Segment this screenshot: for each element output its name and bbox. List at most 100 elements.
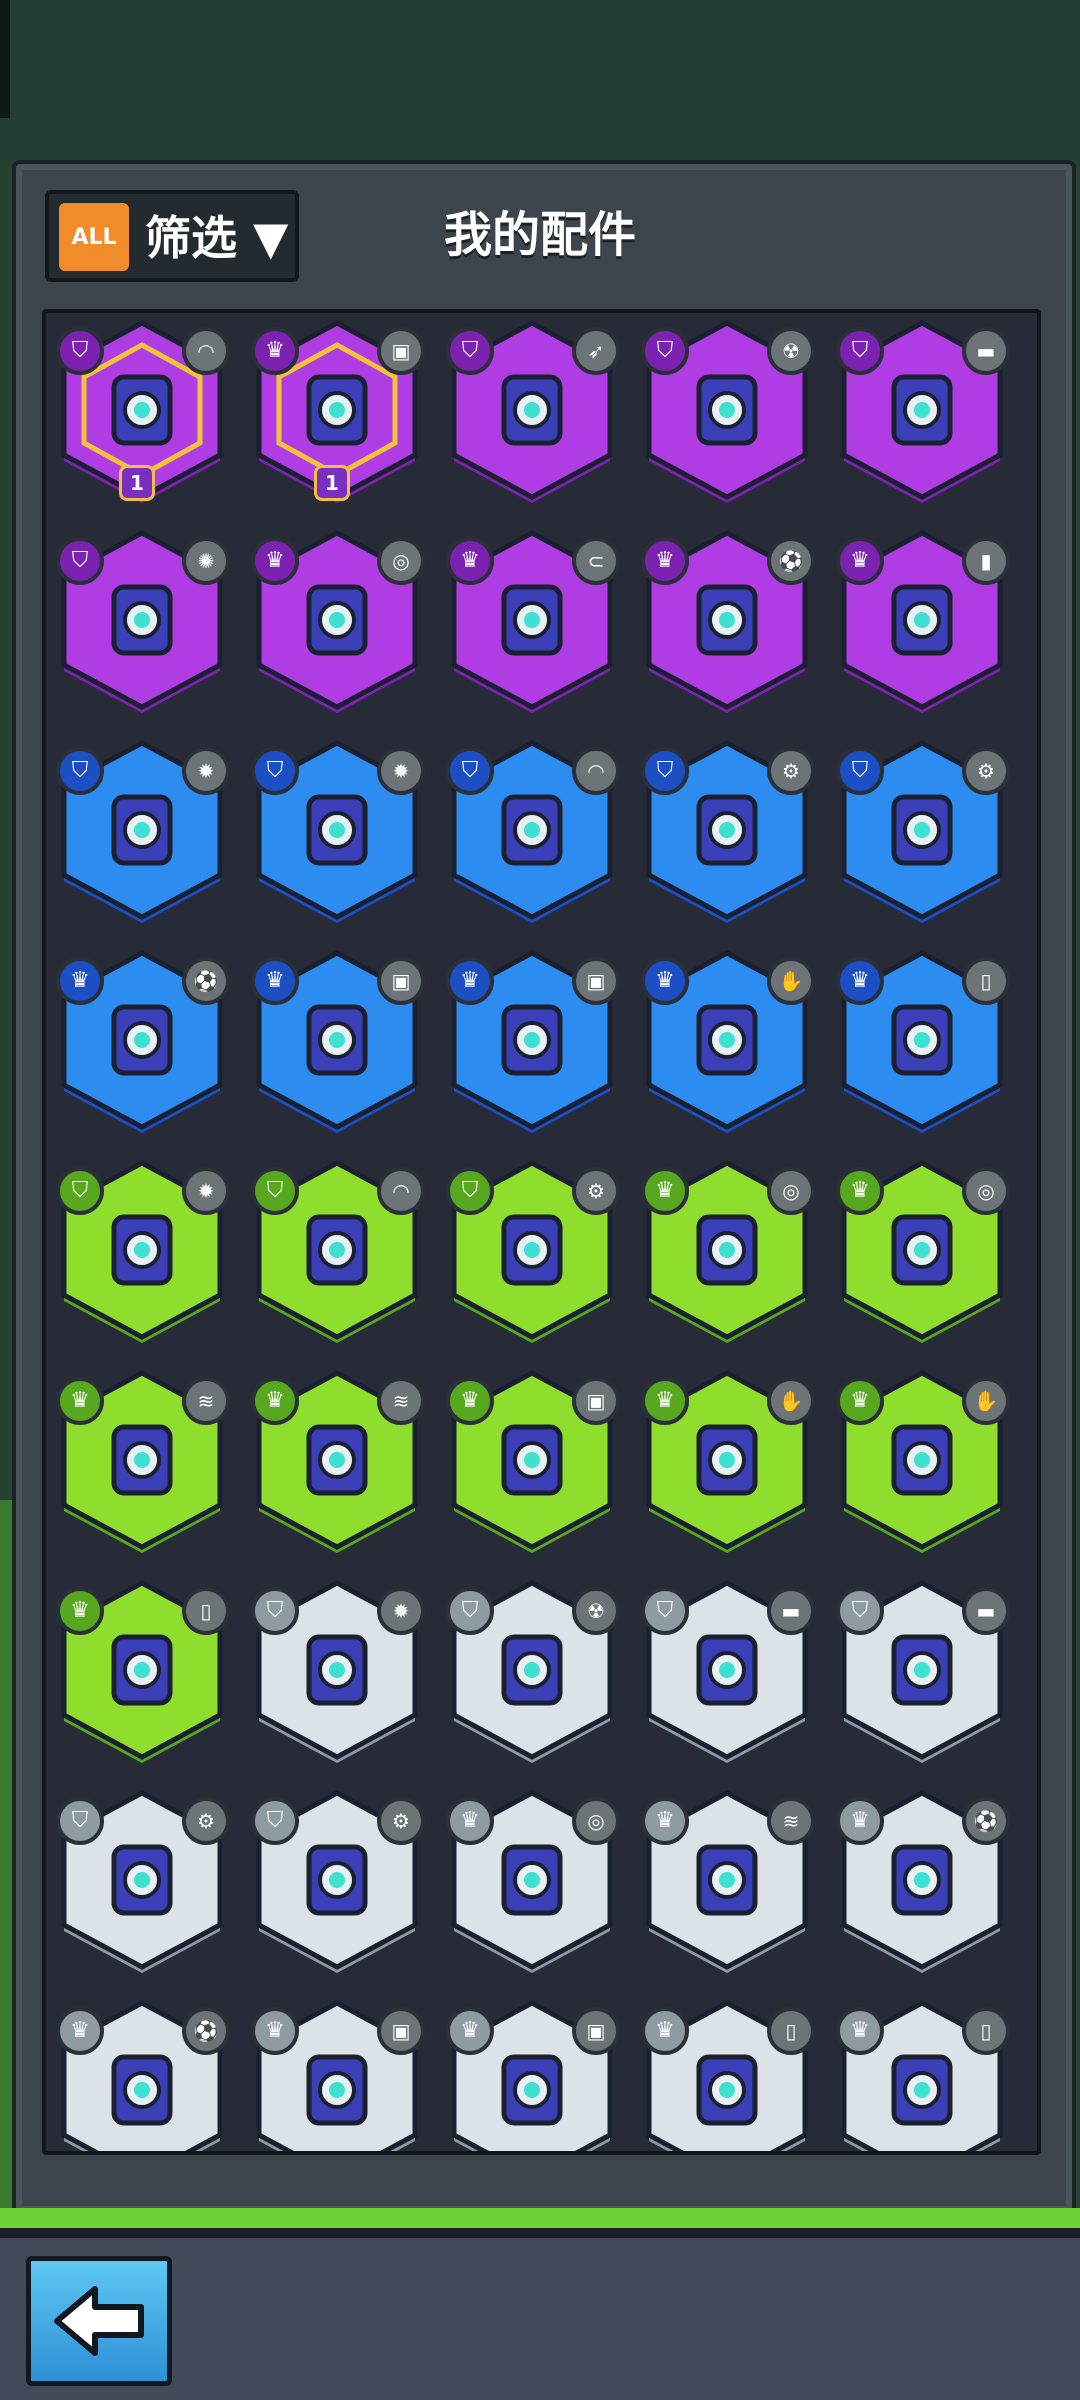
- part-card[interactable]: ⛉ ✹: [247, 1575, 427, 1765]
- crown-icon: ♛: [641, 1167, 689, 1215]
- gear-icon: ⚙: [572, 1167, 620, 1215]
- part-icon: [891, 1424, 953, 1496]
- crown-icon: ♛: [641, 537, 689, 585]
- part-icon: [891, 794, 953, 866]
- part-card[interactable]: ⛉ ✹: [52, 735, 232, 925]
- crown-icon: ♛: [836, 537, 884, 585]
- camera-icon: ▣: [572, 957, 620, 1005]
- shield-icon: ⛉: [251, 1797, 299, 1845]
- part-card[interactable]: ♛ ▣: [442, 945, 622, 1135]
- part-card[interactable]: ⛉ ▬: [637, 1575, 817, 1765]
- soccer-ball-icon: ⚽: [767, 537, 815, 585]
- part-card[interactable]: ♛ ▣: [247, 945, 427, 1135]
- filter-button[interactable]: ALL 筛选 ▼: [45, 190, 299, 282]
- part-card[interactable]: ♛ ≋: [247, 1365, 427, 1555]
- crown-icon: ♛: [56, 1587, 104, 1635]
- part-card[interactable]: ♛ ◎: [832, 1155, 1012, 1345]
- rocket-icon: ➶: [572, 327, 620, 375]
- shield-icon: ⛉: [641, 327, 689, 375]
- part-icon: [501, 1004, 563, 1076]
- back-button[interactable]: [26, 2256, 172, 2386]
- crown-icon: ♛: [836, 957, 884, 1005]
- magnet-icon: ⊂: [572, 537, 620, 585]
- part-card[interactable]: ♛ ◎: [247, 525, 427, 715]
- boomerang-icon: ◠: [572, 747, 620, 795]
- part-card[interactable]: ♛ ▮: [832, 525, 1012, 715]
- part-card[interactable]: ⛉ ⚙: [247, 1785, 427, 1975]
- virus-icon: ✺: [182, 537, 230, 585]
- part-card[interactable]: ⛉ ✹: [247, 735, 427, 925]
- gear-icon: ⚙: [962, 747, 1010, 795]
- part-card[interactable]: ⛉ ➶: [442, 315, 622, 505]
- part-card[interactable]: ♛ ▣: [442, 1365, 622, 1555]
- shield-icon: ⛉: [56, 327, 104, 375]
- level-badge: 1: [119, 465, 155, 501]
- part-card[interactable]: ♛ ▯: [832, 945, 1012, 1135]
- crown-icon: ♛: [641, 1377, 689, 1425]
- part-card[interactable]: ♛ ✋: [637, 1365, 817, 1555]
- part-card[interactable]: ♛ ≋: [52, 1365, 232, 1555]
- camera-icon: ▣: [377, 957, 425, 1005]
- part-card[interactable]: ♛ ◎: [442, 1785, 622, 1975]
- part-card[interactable]: ♛ ⚽: [832, 1785, 1012, 1975]
- part-icon: [891, 1004, 953, 1076]
- top-stripe: [0, 0, 10, 118]
- part-card[interactable]: ♛ ✋: [832, 1365, 1012, 1555]
- part-card[interactable]: ⛉ ☢: [637, 315, 817, 505]
- shield-icon: ⛉: [641, 747, 689, 795]
- part-icon: [306, 1424, 368, 1496]
- shield-icon: ⛉: [446, 1587, 494, 1635]
- part-card[interactable]: ♛ ▯: [637, 1995, 817, 2151]
- part-card[interactable]: ♛ ✋: [637, 945, 817, 1135]
- part-card[interactable]: ♛ ▣: [247, 1995, 427, 2151]
- part-card[interactable]: ♛ ▯: [52, 1575, 232, 1765]
- part-card[interactable]: ♛ ⚽: [52, 945, 232, 1135]
- part-icon: [111, 1634, 173, 1706]
- part-card[interactable]: ♛ ⊂: [442, 525, 622, 715]
- part-card[interactable]: ♛ ≋: [637, 1785, 817, 1975]
- part-card[interactable]: ♛ ⚽: [52, 1995, 232, 2151]
- part-card[interactable]: ⛉ ⚙: [52, 1785, 232, 1975]
- part-icon: [891, 1214, 953, 1286]
- parts-grid: ⛉ ◠ 1 ♛ ▣ 1 ⛉ ➶ ⛉ ☢ ⛉ ▬ ⛉ ✺ ♛ ◎ ♛ ⊂ ♛ ⚽ ♛ ▮ ⛉ ✹ ⛉ ✹ ⛉ ◠ ⛉ ⚙ ⛉ ⚙ ♛ ⚽ ♛ ▣ ♛ ▣ ♛ ✋…: [42, 309, 1041, 2155]
- part-icon: [111, 1004, 173, 1076]
- crown-icon: ♛: [446, 957, 494, 1005]
- part-icon: [111, 1844, 173, 1916]
- crown-icon: ♛: [251, 957, 299, 1005]
- part-card[interactable]: ⛉ ▬: [832, 315, 1012, 505]
- part-card[interactable]: ⛉ ⚙: [442, 1155, 622, 1345]
- part-card[interactable]: ⛉ ◠: [247, 1155, 427, 1345]
- gear-icon: ⚙: [377, 1797, 425, 1845]
- part-icon: [306, 794, 368, 866]
- part-icon: [891, 2054, 953, 2126]
- claw-icon: ✋: [767, 1377, 815, 1425]
- part-card[interactable]: ♛ ◎: [637, 1155, 817, 1345]
- grenade-icon: ✹: [182, 1167, 230, 1215]
- part-card[interactable]: ⛉ ✺: [52, 525, 232, 715]
- part-card[interactable]: ⛉ ◠ 1: [52, 315, 232, 505]
- shield-icon: ⛉: [836, 1587, 884, 1635]
- page-title: 我的配件: [443, 207, 636, 263]
- part-icon: [696, 1214, 758, 1286]
- part-card[interactable]: ♛ ▣: [442, 1995, 622, 2151]
- part-card[interactable]: ♛ ⚽: [637, 525, 817, 715]
- crown-icon: ♛: [56, 957, 104, 1005]
- grenade-icon: ✹: [182, 747, 230, 795]
- part-card[interactable]: ⛉ ✹: [52, 1155, 232, 1345]
- part-card[interactable]: ⛉ ◠: [442, 735, 622, 925]
- spring-icon: ≋: [182, 1377, 230, 1425]
- part-card[interactable]: ♛ ▯: [832, 1995, 1012, 2151]
- shield-icon: ⛉: [836, 747, 884, 795]
- boomerang-icon: ◠: [182, 327, 230, 375]
- boomerang-icon: ◠: [377, 1167, 425, 1215]
- grenade-icon: ✹: [377, 747, 425, 795]
- part-card[interactable]: ⛉ ☢: [442, 1575, 622, 1765]
- crown-icon: ♛: [251, 2007, 299, 2055]
- part-card[interactable]: ⛉ ▬: [832, 1575, 1012, 1765]
- brick-icon: ▬: [962, 1587, 1010, 1635]
- part-card[interactable]: ⛉ ⚙: [832, 735, 1012, 925]
- part-card[interactable]: ♛ ▣ 1: [247, 315, 427, 505]
- filter-label: 筛选 ▼: [145, 211, 289, 265]
- part-card[interactable]: ⛉ ⚙: [637, 735, 817, 925]
- top-area: [0, 0, 1080, 160]
